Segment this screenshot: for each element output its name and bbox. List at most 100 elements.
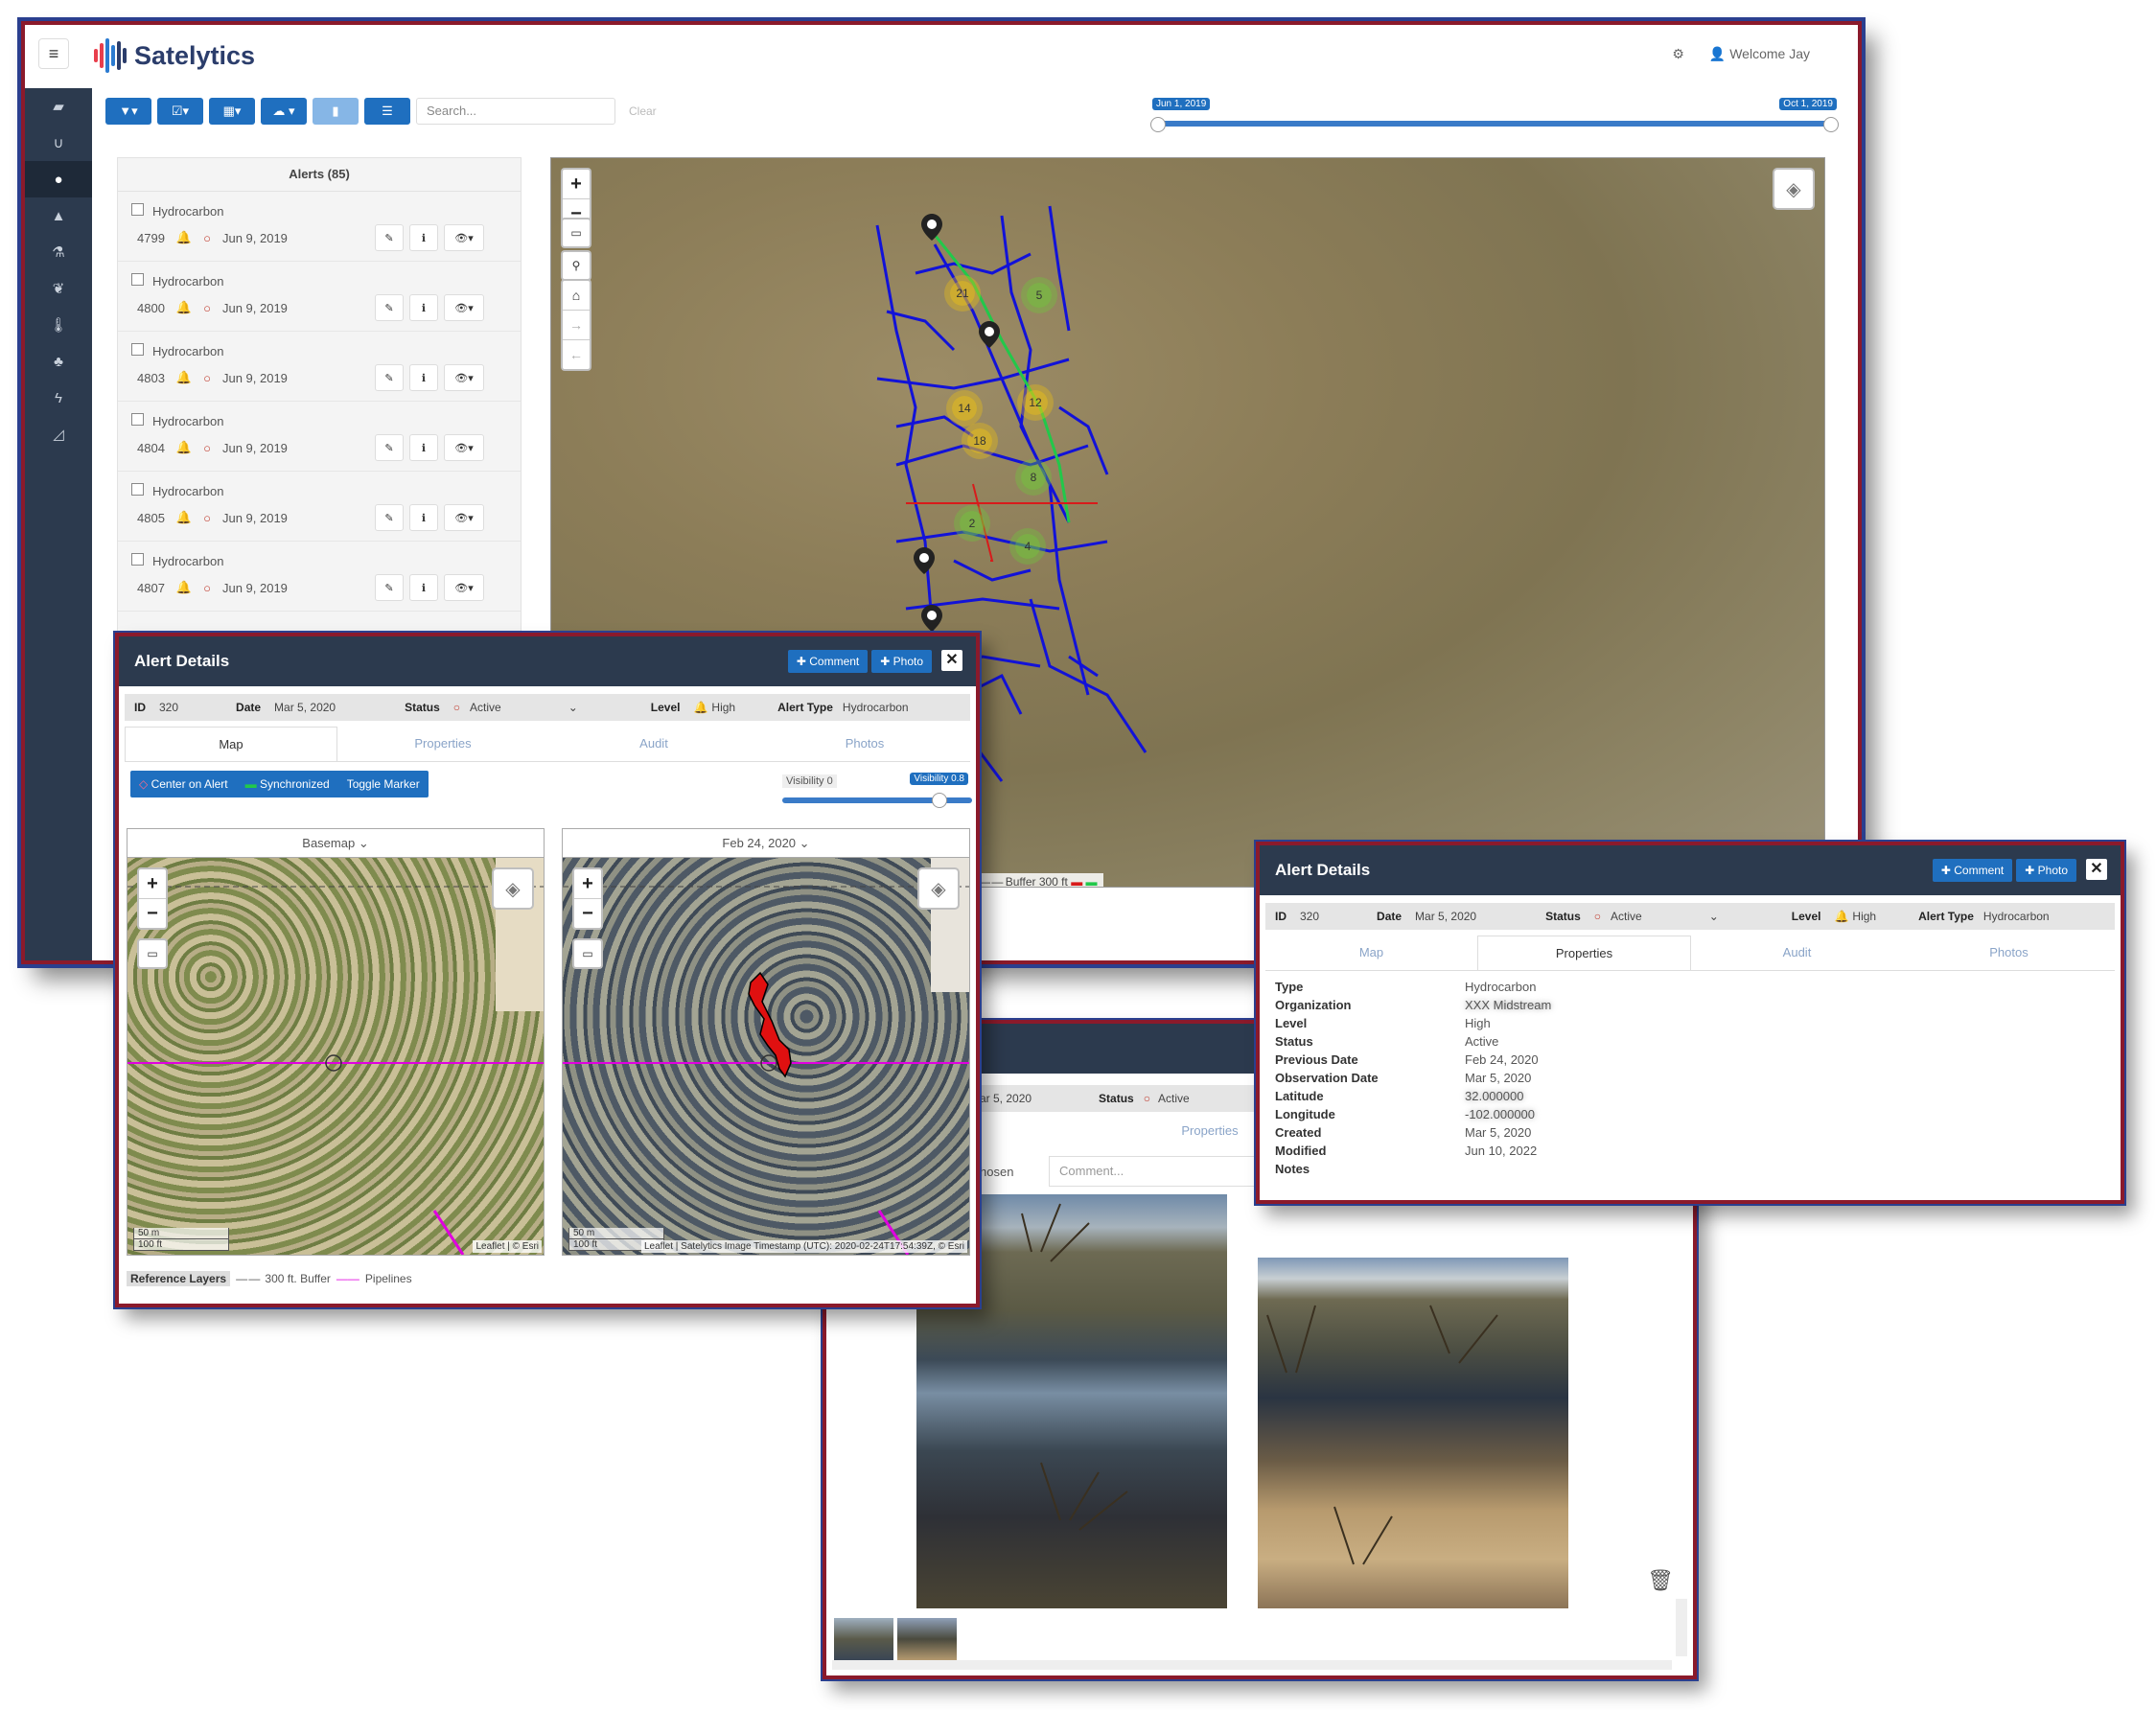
visibility-dropdown-icon[interactable]: 👁▾	[444, 294, 484, 321]
zoom-in-button[interactable]: +	[563, 170, 590, 199]
photos-h-scrollbar[interactable]	[832, 1660, 1672, 1670]
alert-cluster[interactable]: 8	[1021, 465, 1046, 490]
center-on-alert-button[interactable]: ◇ Center on Alert	[130, 771, 237, 797]
visibility-dropdown-icon[interactable]: 👁▾	[444, 504, 484, 531]
info-icon[interactable]: ℹ	[409, 434, 438, 461]
props-chevron-down-icon[interactable]: ⌄	[1709, 910, 1719, 923]
alert-cluster[interactable]: 18	[967, 428, 992, 453]
alert-list-item[interactable]: Hydrocarbon 4799 🔔 ○ Jun 9, 2019 ✎ ℹ 👁▾	[118, 192, 521, 262]
timeline-slider[interactable]: Jun 1, 2019 Oct 1, 2019	[1150, 96, 1839, 134]
info-icon[interactable]: ℹ	[409, 294, 438, 321]
alert-checkbox[interactable]	[131, 413, 144, 426]
timeline-start-handle[interactable]	[1150, 117, 1166, 132]
alert-checkbox[interactable]	[131, 203, 144, 216]
forward-icon[interactable]: →	[563, 311, 590, 340]
photo-button[interactable]: ✚ Photo	[871, 650, 932, 673]
visibility-dropdown-icon[interactable]: 👁▾	[444, 574, 484, 601]
map-button[interactable]: ▦▾	[209, 98, 255, 125]
delete-photo-icon[interactable]: 🗑	[1647, 1568, 1674, 1593]
tab-audit[interactable]: Audit	[548, 727, 759, 761]
compare-date-select[interactable]: Feb 24, 2020 ⌄	[562, 828, 970, 859]
droplet-icon[interactable]: ●	[25, 161, 92, 197]
alert-cluster[interactable]: 14	[952, 396, 977, 421]
thermometer-icon[interactable]: 🌡	[25, 307, 92, 343]
edit-icon[interactable]: ✎	[375, 504, 404, 531]
basemap-layers-icon[interactable]: ◈	[492, 867, 534, 910]
synchronized-toggle[interactable]: ▬ Synchronized	[237, 771, 338, 797]
alert-checkbox[interactable]	[131, 553, 144, 566]
basemap-measure-icon[interactable]: ▭	[137, 938, 168, 969]
compare-map[interactable]: + − ▭ ◈ 50 m 100 ft Leaflet | Satelytics I…	[562, 857, 970, 1256]
basemap-zoom-out[interactable]: −	[139, 899, 166, 928]
status-select[interactable]: Active	[470, 701, 501, 714]
props-tab-properties[interactable]: Properties	[1477, 936, 1691, 970]
tab-photos[interactable]: Photos	[759, 727, 970, 761]
compare-zoom-in[interactable]: +	[574, 869, 601, 899]
filter-button[interactable]: ▼▾	[105, 98, 151, 125]
props-tab-map[interactable]: Map	[1265, 936, 1477, 970]
compare-zoom-out[interactable]: −	[574, 899, 601, 928]
cloud-button[interactable]: ☁ ▾	[261, 98, 307, 125]
edit-icon[interactable]: ✎	[375, 364, 404, 391]
alert-checkbox[interactable]	[131, 483, 144, 496]
alert-pin-icon[interactable]	[914, 547, 935, 574]
area-chart-icon[interactable]: ◿	[25, 416, 92, 452]
search-input[interactable]: Search...	[416, 98, 615, 125]
compare-layers-icon[interactable]: ◈	[917, 867, 960, 910]
menu-icon[interactable]: ≡	[38, 38, 69, 69]
alert-cluster[interactable]: 4	[1015, 534, 1040, 559]
alert-cluster[interactable]: 5	[1027, 283, 1052, 308]
info-icon[interactable]: ℹ	[409, 224, 438, 251]
alert-cluster[interactable]: 12	[1023, 390, 1048, 415]
comment-input[interactable]: Comment...	[1049, 1156, 1271, 1187]
list-button[interactable]: ☰	[364, 98, 410, 125]
check-button[interactable]: ☑▾	[157, 98, 203, 125]
alert-pin-icon[interactable]	[921, 214, 942, 241]
tree-icon[interactable]: ♣	[25, 343, 92, 380]
visibility-handle[interactable]	[932, 793, 947, 808]
alert-checkbox[interactable]	[131, 273, 144, 286]
marker-icon[interactable]: ⚲	[561, 250, 591, 281]
visibility-dropdown-icon[interactable]: 👁▾	[444, 364, 484, 391]
props-close-icon[interactable]: ✕	[2086, 859, 2107, 880]
bolt-icon[interactable]: ϟ	[25, 380, 92, 416]
photos-v-scrollbar[interactable]	[1676, 1599, 1687, 1656]
layers-icon[interactable]: ◈	[1773, 168, 1815, 210]
alert-list-item[interactable]: Hydrocarbon 4803 🔔 ○ Jun 9, 2019 ✎ ℹ 👁▾	[118, 332, 521, 402]
alert-cluster[interactable]: 21	[950, 281, 975, 306]
leaf-icon[interactable]: ❦	[25, 270, 92, 307]
tab-properties[interactable]: Properties	[337, 727, 548, 761]
field-photo-2[interactable]	[1258, 1258, 1568, 1608]
close-icon[interactable]: ✕	[941, 650, 962, 671]
visibility-dropdown-icon[interactable]: 👁▾	[444, 224, 484, 251]
edit-icon[interactable]: ✎	[375, 574, 404, 601]
edit-icon[interactable]: ✎	[375, 294, 404, 321]
info-icon[interactable]: ℹ	[409, 574, 438, 601]
props-comment-button[interactable]: ✚ Comment	[1932, 859, 2013, 882]
flask-icon[interactable]: ⚗	[25, 234, 92, 270]
magnet-icon[interactable]: ∪	[25, 125, 92, 161]
warning-icon[interactable]: ▲	[25, 197, 92, 234]
chevron-down-icon[interactable]: ⌄	[568, 701, 578, 714]
trash-button[interactable]: ▮	[313, 98, 359, 125]
props-status-select[interactable]: Active	[1611, 910, 1642, 923]
home-icon[interactable]: ⌂	[563, 281, 590, 311]
info-icon[interactable]: ℹ	[409, 364, 438, 391]
props-tab-photos[interactable]: Photos	[1903, 936, 2115, 970]
alert-pin-icon[interactable]	[921, 605, 942, 632]
measure-icon[interactable]: ▭	[561, 218, 591, 248]
alert-list-item[interactable]: Hydrocarbon 4800 🔔 ○ Jun 9, 2019 ✎ ℹ 👁▾	[118, 262, 521, 332]
clear-button[interactable]: Clear	[629, 104, 657, 118]
alert-list-item[interactable]: Hydrocarbon 4807 🔔 ○ Jun 9, 2019 ✎ ℹ 👁▾	[118, 542, 521, 612]
tab-map[interactable]: Map	[125, 727, 337, 761]
props-tab-audit[interactable]: Audit	[1691, 936, 1903, 970]
timeline-end-handle[interactable]	[1823, 117, 1839, 132]
settings-icon[interactable]: ⚙	[1672, 46, 1684, 62]
back-icon[interactable]: ←	[563, 340, 590, 369]
alert-list-item[interactable]: Hydrocarbon 4805 🔔 ○ Jun 9, 2019 ✎ ℹ 👁▾	[118, 472, 521, 542]
props-photo-button[interactable]: ✚ Photo	[2016, 859, 2076, 882]
photo-thumbnail-2[interactable]	[897, 1618, 957, 1660]
info-icon[interactable]: ℹ	[409, 504, 438, 531]
comment-button[interactable]: ✚ Comment	[787, 650, 869, 673]
edit-icon[interactable]: ✎	[375, 434, 404, 461]
